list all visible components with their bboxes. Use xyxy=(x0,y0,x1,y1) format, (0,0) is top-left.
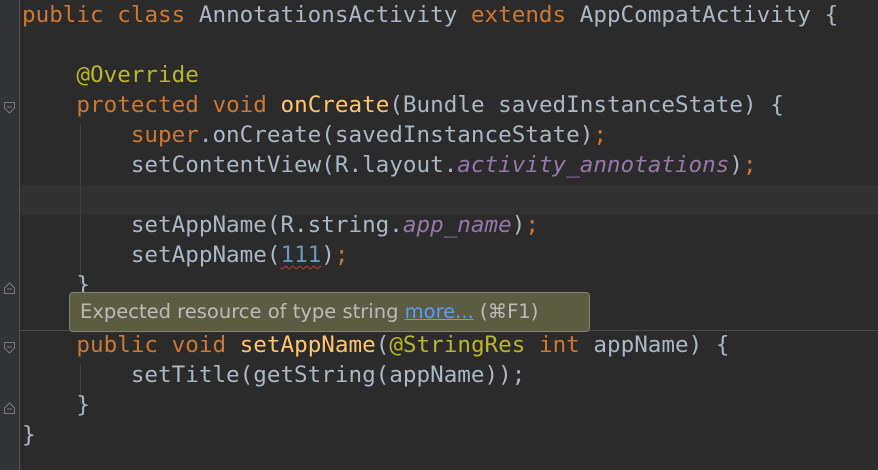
paren: ) xyxy=(321,242,335,268)
paren: ) xyxy=(729,152,743,178)
method-name: onCreate xyxy=(280,92,390,118)
annotation: @StringRes xyxy=(389,332,526,358)
brace: { xyxy=(715,332,730,358)
method-call: setContentView(R.layout. xyxy=(130,152,458,178)
gutter-divider xyxy=(19,0,20,470)
method-call: .onCreate(savedInstanceState) xyxy=(198,122,594,148)
more-link[interactable]: more... xyxy=(405,300,474,323)
code-line: setContentView(R.layout.activity_annotat… xyxy=(22,150,838,180)
keyword: public xyxy=(76,332,159,358)
error-tooltip: Expected resource of type string more...… xyxy=(69,292,590,332)
editor-gutter xyxy=(0,0,20,470)
brace: } xyxy=(22,422,36,448)
class-name: AnnotationsActivity xyxy=(198,2,458,28)
method-call: setTitle(getString(appName)); xyxy=(130,362,526,388)
keyword: super xyxy=(130,122,199,148)
code-line: } xyxy=(22,390,838,420)
params: appName) xyxy=(593,332,703,358)
code-editor[interactable]: public class AnnotationsActivity extends… xyxy=(22,0,838,450)
semicolon: ; xyxy=(525,212,539,238)
keyword: extends xyxy=(470,2,567,28)
error-literal[interactable]: 111 xyxy=(280,242,321,268)
params: (Bundle savedInstanceState) xyxy=(389,92,757,118)
code-line: setTitle(getString(appName)); xyxy=(22,360,838,390)
brace: } xyxy=(76,392,91,418)
fold-start-icon[interactable] xyxy=(4,342,15,354)
brace: { xyxy=(824,2,839,28)
semicolon: ; xyxy=(742,152,757,178)
semicolon: ; xyxy=(593,122,607,148)
code-line: public void setAppName(@StringRes int ap… xyxy=(22,330,838,360)
fold-start-icon[interactable] xyxy=(4,102,15,114)
keyword: protected xyxy=(76,92,199,118)
resource-field: app_name xyxy=(402,212,512,238)
keyword: void xyxy=(212,92,267,118)
fold-end-icon[interactable] xyxy=(4,402,15,414)
shortcut-hint: (⌘F1) xyxy=(479,300,539,323)
code-line: @Override xyxy=(22,60,838,90)
brace: { xyxy=(770,92,784,118)
code-line: setAppName(111); xyxy=(22,240,838,270)
code-line: } xyxy=(22,420,838,450)
code-line: public class AnnotationsActivity extends… xyxy=(22,0,838,30)
fold-end-icon[interactable] xyxy=(4,282,15,294)
tooltip-message: Expected resource of type string xyxy=(80,300,399,323)
method-name: setAppName xyxy=(239,332,376,358)
paren: ( xyxy=(375,332,390,358)
code-line: protected void onCreate(Bundle savedInst… xyxy=(22,90,838,120)
keyword: public xyxy=(22,2,104,28)
code-line: super.onCreate(savedInstanceState); xyxy=(22,120,838,150)
semicolon: ; xyxy=(334,242,349,268)
code-line: setAppName(R.string.app_name); xyxy=(22,210,838,240)
keyword: class xyxy=(117,2,186,28)
keyword: void xyxy=(171,332,227,358)
method-call: setAppName(R.string. xyxy=(130,212,403,238)
paren: ) xyxy=(511,212,526,238)
resource-field: activity_annotations xyxy=(457,152,730,178)
super-class-name: AppCompatActivity xyxy=(579,2,811,28)
annotation: @Override xyxy=(76,62,199,88)
keyword: int xyxy=(538,332,580,358)
method-call: setAppName( xyxy=(130,242,281,268)
